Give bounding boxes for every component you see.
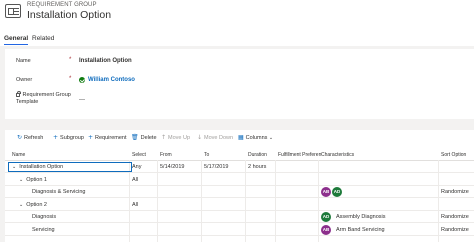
plus-icon: + bbox=[53, 134, 59, 141]
refresh-button[interactable]: ↻ Refresh bbox=[17, 134, 43, 141]
row-characteristic: Assembly Diagnosis bbox=[336, 214, 386, 220]
chevron-down-icon[interactable]: ⌄ bbox=[19, 177, 23, 183]
requirement-grid: ↻ Refresh + Subgroup + Requirement 🗑 Delete … bbox=[5, 130, 474, 242]
col-header-select[interactable]: Select bbox=[132, 152, 146, 158]
arrow-up-icon: ↑ bbox=[161, 134, 167, 141]
add-subgroup-button[interactable]: + Subgroup bbox=[53, 134, 84, 141]
columns-icon: ▦ bbox=[238, 134, 244, 141]
tab-bar: General Related bbox=[0, 34, 474, 46]
col-header-duration[interactable]: Duration bbox=[248, 152, 267, 158]
chevron-down-icon: ⌄ bbox=[268, 135, 274, 141]
row-name: Option 1 bbox=[26, 177, 47, 183]
tab-general[interactable]: General bbox=[4, 35, 29, 45]
columns-label: Columns bbox=[245, 135, 268, 141]
requirement-label: Requirement bbox=[95, 135, 127, 141]
avatar: AB bbox=[321, 187, 331, 197]
name-label: Name bbox=[16, 58, 31, 64]
row-name-cell: ⌄ Option 2 bbox=[19, 202, 47, 208]
arrow-down-icon: ↓ bbox=[197, 134, 203, 141]
avatar: AD bbox=[332, 187, 342, 197]
row-name: Option 2 bbox=[26, 202, 47, 208]
table-row[interactable]: ⌄ Option 1 All bbox=[5, 174, 474, 186]
move-up-label: Move Up bbox=[168, 135, 191, 141]
move-up-button[interactable]: ↑ Move Up bbox=[161, 134, 190, 141]
row-select: Any bbox=[132, 164, 142, 170]
owner-link[interactable]: William Contoso bbox=[88, 77, 135, 83]
col-header-to[interactable]: To bbox=[204, 152, 209, 158]
general-form: Name * Installation Option Owner * Willi… bbox=[5, 49, 474, 119]
row-characteristic: Arm Band Servicing bbox=[336, 227, 385, 233]
row-sort: Randomize bbox=[441, 189, 469, 195]
row-name: Diagnosis bbox=[32, 214, 57, 220]
row-from: 5/14/2019 bbox=[160, 164, 185, 170]
template-label: Requirement Group bbox=[16, 91, 71, 98]
grid-toolbar: ↻ Refresh + Subgroup + Requirement 🗑 Delete … bbox=[5, 130, 474, 144]
tab-related[interactable]: Related bbox=[32, 35, 54, 42]
page-title: Installation Option bbox=[27, 9, 112, 21]
row-sort: Randomize bbox=[441, 227, 469, 233]
record-icon bbox=[5, 4, 21, 18]
avatar: AB bbox=[321, 225, 331, 235]
col-header-fulfillment[interactable]: Fulfillment Preferen bbox=[278, 152, 321, 158]
row-sort: Randomize bbox=[441, 214, 469, 220]
table-row[interactable]: Servicing AB Arm Band Servicing Randomiz… bbox=[5, 224, 474, 236]
delete-button[interactable]: 🗑 Delete bbox=[131, 134, 157, 141]
move-down-button[interactable]: ↓ Move Down bbox=[197, 134, 233, 141]
avatar: AD bbox=[321, 212, 331, 222]
row-duration: 2 hours bbox=[248, 164, 267, 170]
row-name: Servicing bbox=[32, 227, 55, 233]
table-row[interactable]: Diagnosis AD Assembly Diagnosis Randomiz… bbox=[5, 211, 474, 223]
owner-status-icon bbox=[79, 77, 85, 83]
entity-type-label: REQUIREMENT GROUP bbox=[27, 2, 97, 8]
subgroup-label: Subgroup bbox=[60, 135, 84, 141]
trash-icon: 🗑 bbox=[131, 134, 139, 141]
required-marker: * bbox=[69, 57, 72, 63]
col-header-from[interactable]: From bbox=[160, 152, 172, 158]
row-to: 5/17/2019 bbox=[204, 164, 229, 170]
lock-icon bbox=[16, 91, 21, 97]
owner-label: Owner bbox=[16, 77, 33, 83]
columns-button[interactable]: ▦ Columns ⌄ bbox=[238, 134, 273, 141]
name-cell-editor[interactable] bbox=[8, 162, 132, 172]
table-row[interactable]: Diagnosis & Servicing AB AD Randomize bbox=[5, 186, 474, 198]
plus-icon: + bbox=[88, 134, 94, 141]
record-header: REQUIREMENT GROUP Installation Option bbox=[0, 0, 474, 34]
row-name-cell: ⌄ Option 1 bbox=[19, 177, 47, 183]
col-header-characteristics[interactable]: Characteristics bbox=[321, 152, 354, 158]
col-header-name[interactable]: Name bbox=[12, 152, 25, 158]
delete-label: Delete bbox=[140, 135, 157, 141]
col-header-sort-option[interactable]: Sort Option bbox=[441, 152, 466, 158]
row-select: All bbox=[132, 177, 139, 183]
table-row[interactable]: ⌄ Option 2 All bbox=[5, 199, 474, 211]
template-field[interactable]: --- bbox=[79, 97, 85, 103]
row-select: All bbox=[132, 202, 139, 208]
template-label-line2: Template bbox=[16, 99, 39, 105]
refresh-icon: ↻ bbox=[17, 134, 23, 141]
template-label-line1: Requirement Group bbox=[22, 92, 71, 98]
add-requirement-button[interactable]: + Requirement bbox=[88, 134, 127, 141]
row-name: Diagnosis & Servicing bbox=[32, 189, 86, 195]
refresh-label: Refresh bbox=[24, 135, 44, 141]
chevron-down-icon[interactable]: ⌄ bbox=[19, 202, 23, 208]
required-marker: * bbox=[69, 76, 72, 82]
name-field[interactable]: Installation Option bbox=[79, 58, 132, 64]
move-down-label: Move Down bbox=[204, 135, 234, 141]
